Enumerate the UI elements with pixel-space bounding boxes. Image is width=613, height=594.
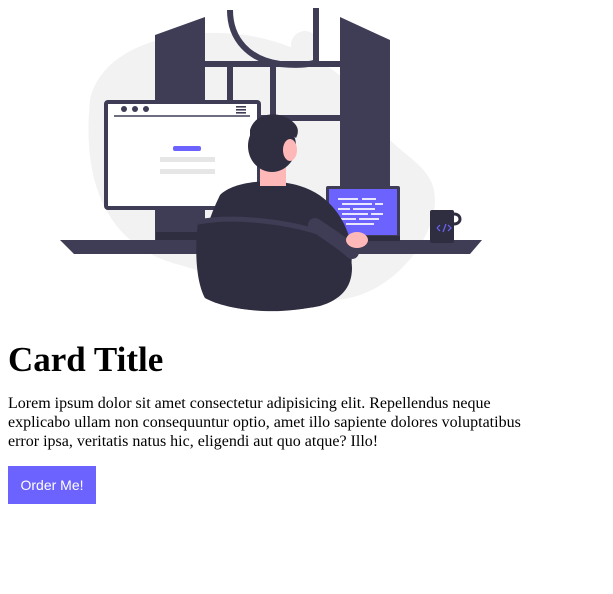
card-title: Card Title	[8, 340, 164, 379]
card-text: Lorem ipsum dolor sit amet consectetur a…	[8, 395, 521, 450]
card: Card Title Lorem ipsum dolor sit amet co…	[0, 0, 613, 594]
card-illustration	[60, 0, 490, 320]
person-at-computer-image	[60, 8, 482, 312]
order-button[interactable]: Order Me!	[8, 466, 96, 504]
